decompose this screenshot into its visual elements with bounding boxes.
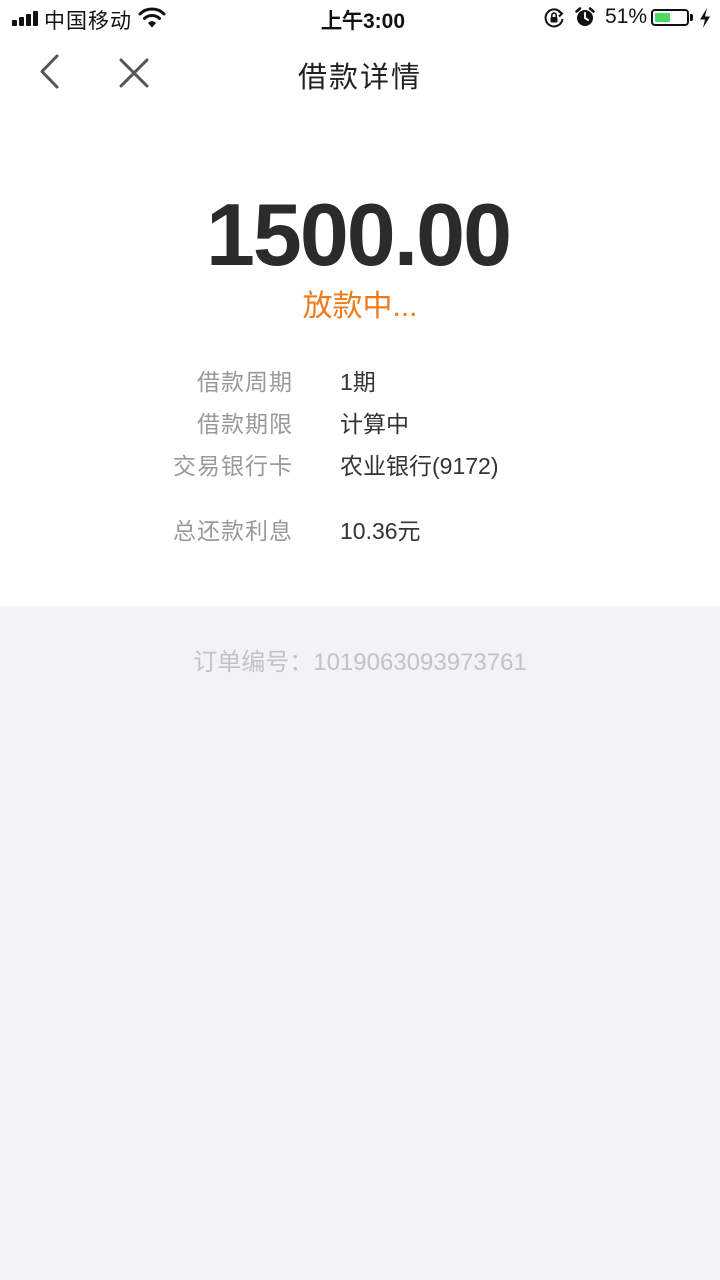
status-bar: 中国移动 上午3:00 51%	[0, 0, 720, 36]
battery-percentage: 51%	[605, 5, 648, 28]
battery-icon	[651, 9, 689, 26]
order-number-label: 订单编号：	[193, 649, 314, 676]
loan-status: 放款中...	[302, 290, 418, 323]
detail-row-interest: 总还款利息 10.36元	[0, 512, 720, 548]
rotation-lock-icon	[544, 8, 564, 28]
detail-label: 交易银行卡	[173, 453, 293, 479]
charging-bolt-icon	[700, 8, 710, 28]
detail-value: 计算中	[340, 411, 409, 437]
loan-amount: 1500.00	[205, 185, 512, 284]
order-number: 订单编号：1019063093973761	[0, 642, 720, 677]
detail-value: 1期	[340, 369, 376, 395]
detail-label: 总还款利息	[173, 518, 293, 544]
detail-label: 借款周期	[197, 369, 293, 395]
detail-row-term: 借款期限 计算中	[0, 405, 720, 441]
alarm-clock-icon	[575, 7, 595, 26]
detail-label: 借款期限	[197, 411, 293, 437]
detail-row-period: 借款周期 1期	[0, 363, 720, 399]
order-number-value: 1019063093973761	[313, 649, 527, 676]
battery-level-fill	[655, 13, 670, 22]
detail-row-bank-card: 交易银行卡 农业银行(9172)	[0, 447, 720, 483]
navigation-bar: 借款详情	[0, 36, 720, 108]
detail-value: 农业银行(9172)	[340, 453, 499, 479]
page-title: 借款详情	[297, 62, 422, 94]
detail-value: 10.36元	[340, 518, 421, 544]
battery-tip	[690, 14, 693, 21]
